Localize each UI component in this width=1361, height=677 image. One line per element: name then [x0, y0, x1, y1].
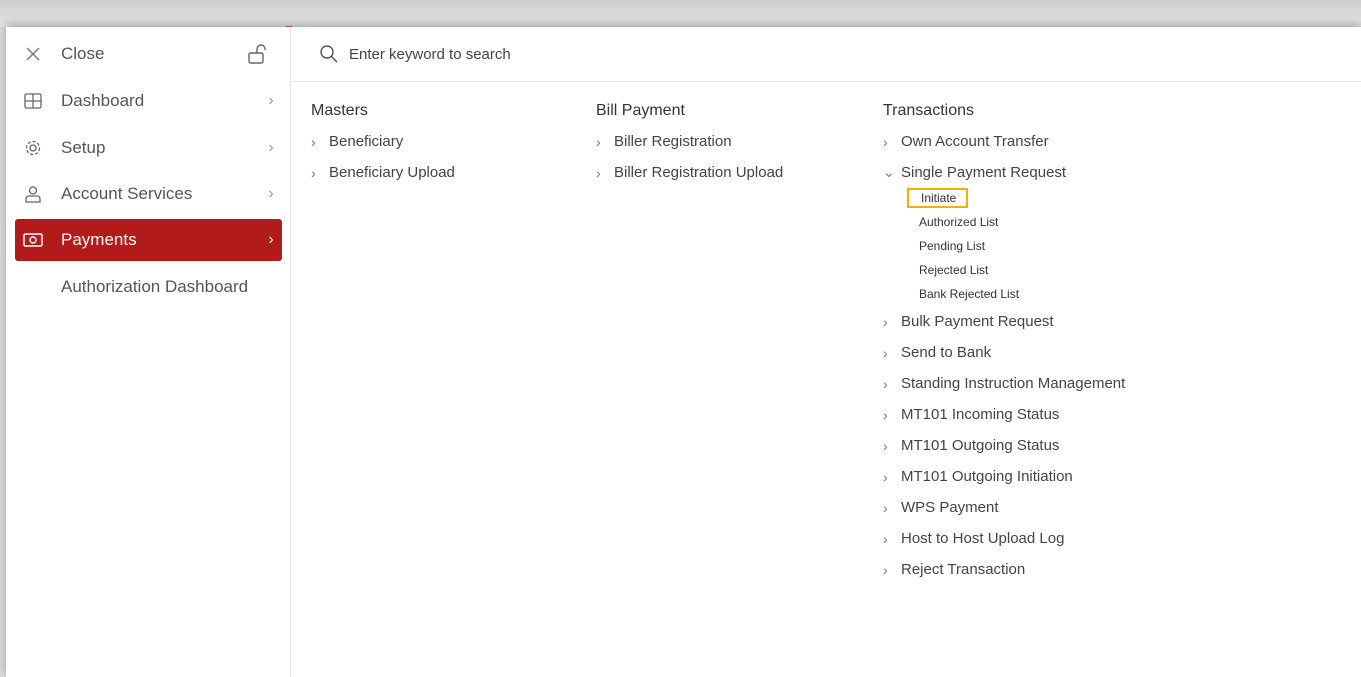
- menu-link-biller-registration[interactable]: › Biller Registration: [596, 126, 783, 157]
- masters-column: Masters › Beneficiary › Beneficiary Uplo…: [311, 102, 455, 194]
- chevron-right-icon: ›: [883, 344, 888, 361]
- menu-link-wps-payment[interactable]: › WPS Payment: [883, 492, 1125, 523]
- close-icon: [15, 47, 51, 61]
- submenu-item-rejected-list[interactable]: Rejected List: [907, 258, 1125, 282]
- chevron-right-icon: ›: [311, 164, 316, 181]
- chevron-right-icon: ›: [883, 468, 888, 485]
- chevron-right-icon: ›: [268, 185, 274, 202]
- menu-link-standing-instruction-management[interactable]: › Standing Instruction Management: [883, 368, 1125, 399]
- menu-panel: Close Dashboard › Setup › Account Servic…: [6, 27, 1361, 677]
- sidebar-item-payments[interactable]: Payments ›: [15, 219, 282, 261]
- sidebar-item-dashboard[interactable]: Dashboard ›: [15, 80, 282, 122]
- submenu-item-pending-list[interactable]: Pending List: [907, 234, 1125, 258]
- window-top-band: [0, 0, 1361, 27]
- chevron-right-icon: ›: [883, 133, 888, 150]
- chevron-right-icon: ›: [268, 92, 274, 109]
- sidebar-item-label: Setup: [61, 138, 106, 157]
- menu-link-single-payment-request[interactable]: ⌄ Single Payment Request: [883, 157, 1125, 188]
- chevron-right-icon: ›: [883, 406, 888, 423]
- transactions-column: Transactions › Own Account Transfer ⌄ Si…: [883, 102, 1125, 591]
- user-icon: [15, 185, 51, 203]
- submenu-item-authorized-list[interactable]: Authorized List: [907, 210, 1125, 234]
- chevron-right-icon: ›: [883, 499, 888, 516]
- menu-link-mt101-incoming-status[interactable]: › MT101 Incoming Status: [883, 399, 1125, 430]
- search-input[interactable]: [349, 45, 949, 63]
- menu-link-own-account-transfer[interactable]: › Own Account Transfer: [883, 126, 1125, 157]
- sidebar-item-setup[interactable]: Setup ›: [15, 127, 282, 169]
- sidebar-item-label: Dashboard: [61, 91, 145, 110]
- sidebar-item-label: Account Services: [61, 184, 193, 203]
- menu-link-reject-transaction[interactable]: › Reject Transaction: [883, 554, 1125, 585]
- bill-payment-column: Bill Payment › Biller Registration › Bil…: [596, 102, 783, 194]
- menu-link-mt101-outgoing-initiation[interactable]: › MT101 Outgoing Initiation: [883, 461, 1125, 492]
- single-payment-submenu: Initiate Authorized List Pending List Re…: [883, 186, 1125, 306]
- chevron-right-icon: ›: [883, 437, 888, 454]
- sidebar-item-account-services[interactable]: Account Services ›: [15, 173, 282, 215]
- chevron-right-icon: ›: [883, 530, 888, 547]
- grid-icon: [15, 93, 51, 109]
- chevron-right-icon: ›: [311, 133, 316, 150]
- close-button[interactable]: Close: [15, 33, 282, 75]
- menu-link-mt101-outgoing-status[interactable]: › MT101 Outgoing Status: [883, 430, 1125, 461]
- chevron-right-icon: ›: [596, 164, 601, 181]
- menu-link-bulk-payment-request[interactable]: › Bulk Payment Request: [883, 306, 1125, 337]
- search-icon: [319, 42, 343, 66]
- column-title: Transactions: [883, 102, 974, 119]
- chevron-right-icon: ›: [883, 375, 888, 392]
- chevron-right-icon: ›: [596, 133, 601, 150]
- chevron-right-icon: ›: [883, 561, 888, 578]
- menu-link-beneficiary[interactable]: › Beneficiary: [311, 126, 455, 157]
- chevron-right-icon: ›: [268, 231, 274, 248]
- sidebar: Close Dashboard › Setup › Account Servic…: [6, 27, 291, 677]
- submenu-item-initiate[interactable]: Initiate: [907, 186, 1125, 210]
- submenu-item-bank-rejected-list[interactable]: Bank Rejected List: [907, 282, 1125, 306]
- menu-link-host-to-host-upload-log[interactable]: › Host to Host Upload Log: [883, 523, 1125, 554]
- sidebar-item-authorization-dashboard[interactable]: Authorization Dashboard: [61, 277, 248, 297]
- menu-link-send-to-bank[interactable]: › Send to Bank: [883, 337, 1125, 368]
- column-title: Masters: [311, 102, 368, 119]
- menu-link-beneficiary-upload[interactable]: › Beneficiary Upload: [311, 157, 455, 188]
- menu-link-biller-registration-upload[interactable]: › Biller Registration Upload: [596, 157, 783, 188]
- gear-icon: [15, 139, 51, 157]
- money-icon: [15, 232, 51, 248]
- chevron-down-icon: ⌄: [883, 164, 895, 180]
- chevron-right-icon: ›: [268, 139, 274, 156]
- unlock-icon[interactable]: [245, 43, 267, 65]
- sidebar-item-label: Payments: [61, 230, 137, 249]
- column-title: Bill Payment: [596, 102, 685, 119]
- chevron-right-icon: ›: [883, 313, 888, 330]
- search-bar: [291, 27, 1361, 82]
